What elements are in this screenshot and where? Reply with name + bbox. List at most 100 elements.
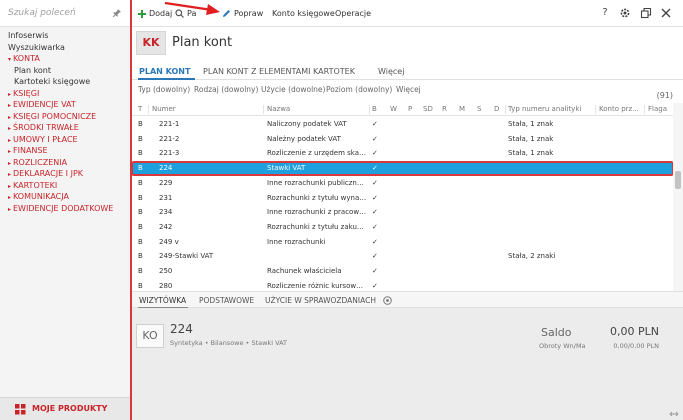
sidebar-item-3[interactable]: Plan kont: [0, 65, 130, 77]
sidebar-item-11[interactable]: ▸ ROZLICZENIA: [0, 157, 130, 169]
sidebar-item-15[interactable]: ▸ EWIDENCJE DODATKOWE: [0, 203, 130, 215]
col-header-d[interactable]: D: [494, 103, 504, 116]
cell-type: B: [138, 267, 143, 275]
sidebar-item-10[interactable]: ▸ FINANSE: [0, 145, 130, 157]
restore-window-icon[interactable]: [640, 7, 652, 19]
sidebar-item-7[interactable]: ▸ KSIĘGI POMOCNICZE: [0, 111, 130, 123]
cell-number: 249 v: [159, 237, 179, 246]
gear-icon[interactable]: [619, 7, 631, 19]
table-row[interactable]: B 249 v Inne rozrachunki ✓: [132, 236, 673, 249]
sidebar-item-0[interactable]: Infoserwis: [0, 30, 130, 42]
sidebar-item-4[interactable]: Kartoteki księgowe: [0, 76, 130, 88]
col-header-flag[interactable]: Flaga: [648, 103, 670, 116]
tab-more[interactable]: Więcej: [378, 67, 404, 76]
sidebar-item-12[interactable]: ▸ DEKLARACJE I JPK: [0, 168, 130, 180]
col-header-sd[interactable]: SD: [423, 103, 437, 116]
link-icon[interactable]: [382, 295, 393, 306]
operations-menu[interactable]: Operacje: [335, 8, 371, 20]
column-divider[interactable]: [595, 105, 596, 114]
col-header-account[interactable]: Konto prz...: [599, 103, 643, 116]
cell-name: Rachunek właściciela: [267, 267, 342, 275]
table-row[interactable]: B 234 Inne rozrachunki z pracown... ✓: [132, 206, 673, 219]
cell-balance-check: ✓: [372, 134, 378, 143]
table-row[interactable]: B 280 Rozliczenie różnic kursowych ✓: [132, 280, 673, 288]
filter-kind[interactable]: Rodzaj (dowolny): [194, 85, 258, 94]
table-row[interactable]: B 224 Stawki VAT ✓: [132, 161, 673, 177]
cell-type: B: [138, 237, 143, 246]
table-row[interactable]: B 250 Rachunek właściciela ✓: [132, 265, 673, 278]
tab-business-card[interactable]: WIZYTÓWKA: [139, 296, 186, 305]
col-header-t[interactable]: T: [138, 103, 148, 116]
table-row[interactable]: B 249-Stawki VAT ✓ Stała, 2 znaki: [132, 250, 673, 263]
page-header: KK Plan kont: [132, 27, 683, 62]
col-header-m[interactable]: M: [459, 103, 469, 116]
cell-analytics-type: [508, 221, 593, 234]
sidebar-item-8[interactable]: ▸ ŚRODKI TRWAŁE: [0, 122, 130, 134]
sidebar-item-9[interactable]: ▸ UMOWY I PŁACE: [0, 134, 130, 146]
resize-grip-icon[interactable]: [669, 410, 679, 418]
col-header-analytics-type[interactable]: Typ numeru analityki: [508, 103, 593, 116]
account-meta: Syntetyka • Bilansowe • Stawki VAT: [170, 339, 288, 347]
edit-button[interactable]: Popraw: [222, 8, 263, 20]
col-header-numer[interactable]: Numer: [152, 103, 252, 116]
help-button[interactable]: ?: [599, 7, 611, 19]
filter-type[interactable]: Typ (dowolny): [138, 85, 190, 94]
module-badge: KK: [136, 31, 166, 55]
sidebar-item-label: Infoserwis: [8, 31, 49, 40]
scrollbar-thumb[interactable]: [675, 171, 681, 189]
sidebar: Szukaj poleceń Infoserwis Wyszukiwarka ▾ KO…: [0, 0, 132, 420]
col-header-s[interactable]: S: [477, 103, 487, 116]
table-row[interactable]: B 221-2 Należny podatek VAT ✓ Stała, 1 znak: [132, 133, 673, 146]
table-row[interactable]: B 221-3 Rozliczenie z urzędem skar... ✓ Stał…: [132, 147, 673, 160]
column-divider[interactable]: [148, 105, 149, 114]
tab-basic[interactable]: PODSTAWOWE: [199, 296, 254, 305]
col-header-w[interactable]: W: [390, 103, 400, 116]
table-row[interactable]: B 221-1 Naliczony podatek VAT ✓ Stała, 1 zna…: [132, 118, 673, 131]
add-button[interactable]: Dodaj: [138, 8, 172, 20]
tab-usage-in-reports[interactable]: UŻYCIE W SPRAWOZDANIACH: [265, 296, 376, 305]
filter-more[interactable]: Więcej: [396, 85, 421, 94]
sidebar-item-6[interactable]: ▸ EWIDENCJE VAT: [0, 99, 130, 111]
filter-usage[interactable]: Użycie (dowolne): [261, 85, 325, 94]
sidebar-item-label: UMOWY I PŁACE: [13, 134, 78, 144]
table-row[interactable]: B 229 Inne rozrachunki publiczno... ✓: [132, 177, 673, 190]
table-row[interactable]: B 242 Rozrachunki z tytułu zakup... ✓: [132, 221, 673, 234]
cell-type: B: [138, 134, 143, 143]
column-divider[interactable]: [263, 105, 264, 114]
cell-balance-check: ✓: [372, 208, 378, 217]
sidebar-item-label: EWIDENCJE DODATKOWE: [13, 203, 114, 213]
cell-number: 234: [159, 208, 173, 217]
close-icon[interactable]: [660, 7, 672, 19]
sidebar-item-13[interactable]: ▸ KARTOTEKI: [0, 180, 130, 192]
col-header-nazwa[interactable]: Nazwa: [267, 103, 367, 116]
cell-analytics-type: [508, 236, 593, 249]
vertical-scrollbar[interactable]: [673, 103, 683, 291]
cell-name: Rozliczenie różnic kursowych: [267, 281, 367, 288]
search-button[interactable]: Pa: [175, 8, 196, 20]
tab-plan-kont-z-elementami[interactable]: PLAN KONT Z ELEMENTAMI KARTOTEK: [203, 67, 355, 76]
col-header-p[interactable]: P: [408, 103, 418, 116]
col-header-r[interactable]: R: [442, 103, 452, 116]
sidebar-item-label: Wyszukiwarka: [8, 42, 65, 52]
sidebar-search[interactable]: Szukaj poleceń: [0, 0, 130, 27]
table-row[interactable]: B 231 Rozrachunki z tytułu wynag... ✓: [132, 192, 673, 205]
column-divider[interactable]: [369, 105, 370, 114]
cell-analytics-type: [508, 280, 593, 288]
col-header-b[interactable]: B: [372, 103, 382, 116]
cell-number: 221-1: [159, 120, 180, 128]
cell-type: B: [138, 193, 143, 202]
sidebar-item-14[interactable]: ▸ KOMUNIKACJA: [0, 191, 130, 203]
pin-icon[interactable]: [112, 8, 122, 18]
filter-level[interactable]: Poziom (dowolny): [326, 85, 392, 94]
sidebar-nav: Infoserwis Wyszukiwarka ▾ KONTA Plan kont Kar…: [0, 30, 130, 214]
sidebar-item-5[interactable]: ▸ KSIĘGI: [0, 88, 130, 100]
accounts-menu[interactable]: Konto księgowe: [272, 8, 335, 20]
search-placeholder: Szukaj poleceń: [8, 8, 76, 18]
sidebar-item-2[interactable]: ▾ KONTA: [0, 53, 130, 65]
column-divider[interactable]: [505, 105, 506, 114]
sidebar-item-1[interactable]: Wyszukiwarka: [0, 42, 130, 54]
column-divider[interactable]: [644, 105, 645, 114]
my-products-button[interactable]: MOJE PRODUKTY: [0, 397, 130, 420]
record-count: (91): [656, 91, 673, 100]
tab-plan-kont[interactable]: PLAN KONT: [139, 67, 190, 76]
